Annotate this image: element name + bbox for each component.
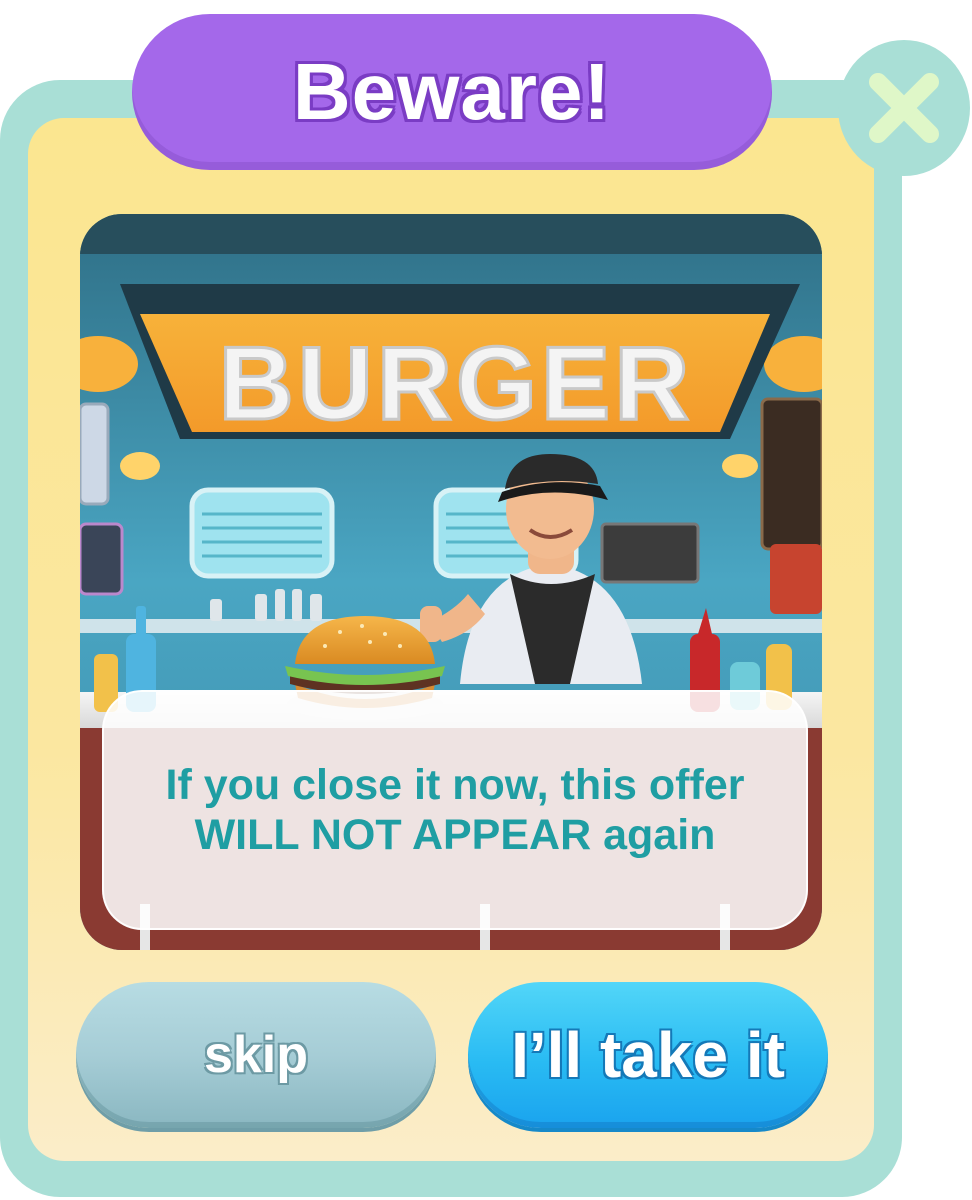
sign-text: BURGER xyxy=(219,326,694,442)
popup-title: Beware! xyxy=(292,47,612,136)
close-x-icon xyxy=(869,73,939,143)
warning-message-line-1: If you close it now, this offer xyxy=(165,761,745,809)
accept-offer-button-label: I’ll take it xyxy=(511,1019,785,1091)
warning-message-line-2: WILL NOT APPEAR again xyxy=(194,811,716,859)
close-button[interactable] xyxy=(838,40,970,176)
warning-message-box: If you close it now, this offer WILL NOT… xyxy=(102,690,808,930)
title-banner: Beware! xyxy=(132,14,772,170)
skip-button[interactable]: skip xyxy=(76,982,436,1128)
skip-button-label: skip xyxy=(203,1026,309,1084)
accept-offer-button[interactable]: I’ll take it xyxy=(468,982,828,1128)
